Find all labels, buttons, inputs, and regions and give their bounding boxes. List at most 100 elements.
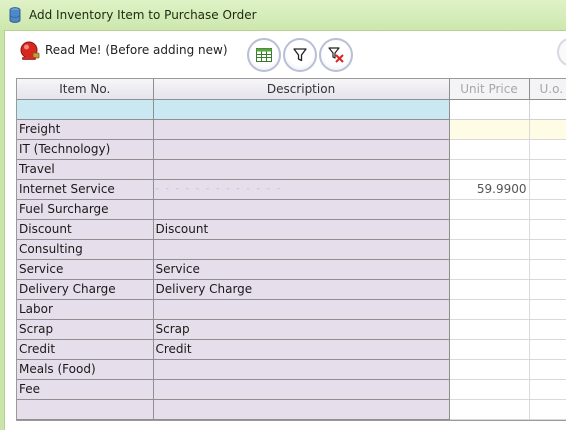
cell-item-no[interactable]: Labor bbox=[17, 299, 154, 320]
cell-description[interactable]: Credit bbox=[153, 339, 450, 360]
table-row[interactable]: IT (Technology) bbox=[17, 139, 566, 160]
table-row[interactable]: Delivery Charge Delivery Charge bbox=[17, 279, 566, 300]
cell-unit-price[interactable] bbox=[449, 279, 530, 300]
cell-item-no[interactable]: IT (Technology) bbox=[17, 139, 154, 160]
table-row[interactable] bbox=[17, 399, 566, 420]
header-row: Item No. Description Unit Price U.o. bbox=[17, 79, 566, 100]
table-row[interactable]: Credit Credit bbox=[17, 339, 566, 360]
cell-description[interactable]: Service bbox=[153, 259, 450, 280]
cell-item-no[interactable]: Fuel Surcharge bbox=[17, 199, 154, 220]
filter-cell-uom[interactable] bbox=[529, 99, 566, 120]
cell-description[interactable] bbox=[153, 159, 450, 180]
column-header-description[interactable]: Description bbox=[153, 79, 450, 100]
cell-description[interactable] bbox=[153, 379, 450, 400]
cell-description[interactable]: Discount bbox=[153, 219, 450, 240]
clear-filter-button[interactable] bbox=[319, 38, 353, 72]
cell-uom[interactable] bbox=[529, 219, 566, 240]
column-header-item-no[interactable]: Item No. bbox=[17, 79, 154, 100]
filter-icon bbox=[293, 48, 307, 62]
cell-unit-price[interactable] bbox=[449, 299, 530, 320]
dialog-body: Read Me! (Before adding new) Item No. De… bbox=[4, 30, 566, 430]
cell-uom[interactable] bbox=[529, 319, 566, 340]
cell-unit-price[interactable]: 59.9900 bbox=[449, 179, 530, 200]
cell-uom[interactable] bbox=[529, 279, 566, 300]
database-icon bbox=[9, 7, 21, 23]
cell-description[interactable]: Scrap bbox=[153, 319, 450, 340]
cell-unit-price[interactable] bbox=[449, 219, 530, 240]
cell-item-no[interactable]: Credit bbox=[17, 339, 154, 360]
table-row[interactable]: Fuel Surcharge bbox=[17, 199, 566, 220]
filter-cell-description[interactable] bbox=[153, 99, 450, 120]
side-button[interactable] bbox=[557, 37, 566, 67]
cell-uom[interactable] bbox=[529, 399, 566, 420]
cell-unit-price[interactable] bbox=[449, 199, 530, 220]
cell-uom[interactable] bbox=[529, 239, 566, 260]
cell-description[interactable] bbox=[153, 299, 450, 320]
title-bar[interactable]: Add Inventory Item to Purchase Order bbox=[0, 0, 566, 30]
items-grid: Item No. Description Unit Price U.o. Fre… bbox=[16, 78, 566, 421]
table-row[interactable]: Travel bbox=[17, 159, 566, 180]
cell-unit-price[interactable] bbox=[449, 119, 530, 140]
cell-uom[interactable] bbox=[529, 359, 566, 380]
cell-description[interactable] bbox=[153, 399, 450, 420]
cell-unit-price[interactable] bbox=[449, 359, 530, 380]
cell-item-no[interactable]: Internet Service bbox=[17, 179, 154, 200]
cell-item-no[interactable]: Service bbox=[17, 259, 154, 280]
readme-link[interactable]: Read Me! (Before adding new) bbox=[19, 39, 228, 61]
grid-view-icon bbox=[256, 48, 272, 62]
table-row[interactable]: Fee bbox=[17, 379, 566, 400]
cell-uom[interactable] bbox=[529, 339, 566, 360]
cell-description[interactable] bbox=[153, 119, 450, 140]
grid-view-button[interactable] bbox=[247, 38, 281, 72]
cell-uom[interactable] bbox=[529, 159, 566, 180]
table-row[interactable]: Freight bbox=[17, 119, 566, 140]
cell-item-no[interactable] bbox=[17, 399, 154, 420]
filter-row bbox=[17, 99, 566, 120]
table-row[interactable]: Scrap Scrap bbox=[17, 319, 566, 340]
cell-uom[interactable] bbox=[529, 119, 566, 140]
cell-description[interactable] bbox=[153, 199, 450, 220]
cell-unit-price[interactable] bbox=[449, 339, 530, 360]
cell-description[interactable]: - - - - - - - - - - - - - bbox=[153, 179, 450, 200]
table-row[interactable]: Internet Service - - - - - - - - - - - - … bbox=[17, 179, 566, 200]
cell-item-no[interactable]: Travel bbox=[17, 159, 154, 180]
window-title: Add Inventory Item to Purchase Order bbox=[29, 8, 257, 22]
cell-unit-price[interactable] bbox=[449, 159, 530, 180]
cell-item-no[interactable]: Meals (Food) bbox=[17, 359, 154, 380]
table-row[interactable]: Labor bbox=[17, 299, 566, 320]
table-row[interactable]: Service Service bbox=[17, 259, 566, 280]
cell-unit-price[interactable] bbox=[449, 319, 530, 340]
cell-description[interactable] bbox=[153, 139, 450, 160]
cell-unit-price[interactable] bbox=[449, 139, 530, 160]
readme-label: Read Me! (Before adding new) bbox=[45, 43, 228, 57]
cell-description[interactable] bbox=[153, 359, 450, 380]
table-row[interactable]: Meals (Food) bbox=[17, 359, 566, 380]
cell-uom[interactable] bbox=[529, 299, 566, 320]
cell-unit-price[interactable] bbox=[449, 379, 530, 400]
cell-item-no[interactable]: Discount bbox=[17, 219, 154, 240]
cell-item-no[interactable]: Scrap bbox=[17, 319, 154, 340]
column-header-unit-price[interactable]: Unit Price bbox=[449, 79, 530, 100]
cell-uom[interactable] bbox=[529, 179, 566, 200]
table-row[interactable]: Consulting bbox=[17, 239, 566, 260]
cell-description[interactable] bbox=[153, 239, 450, 260]
column-header-uom[interactable]: U.o. bbox=[529, 79, 566, 100]
filter-cell-unit-price[interactable] bbox=[449, 99, 530, 120]
clear-filter-icon bbox=[328, 47, 344, 63]
cell-unit-price[interactable] bbox=[449, 239, 530, 260]
cell-uom[interactable] bbox=[529, 379, 566, 400]
cell-unit-price[interactable] bbox=[449, 399, 530, 420]
filter-cell-item-no[interactable] bbox=[17, 99, 154, 120]
filter-button[interactable] bbox=[283, 38, 317, 72]
cell-description[interactable]: Delivery Charge bbox=[153, 279, 450, 300]
cell-item-no[interactable]: Fee bbox=[17, 379, 154, 400]
items-table: Item No. Description Unit Price U.o. Fre… bbox=[17, 79, 566, 420]
cell-item-no[interactable]: Delivery Charge bbox=[17, 279, 154, 300]
cell-item-no[interactable]: Freight bbox=[17, 119, 154, 140]
cell-unit-price[interactable] bbox=[449, 259, 530, 280]
table-row[interactable]: Discount Discount bbox=[17, 219, 566, 240]
cell-item-no[interactable]: Consulting bbox=[17, 239, 154, 260]
cell-uom[interactable] bbox=[529, 139, 566, 160]
cell-uom[interactable] bbox=[529, 259, 566, 280]
cell-uom[interactable] bbox=[529, 199, 566, 220]
